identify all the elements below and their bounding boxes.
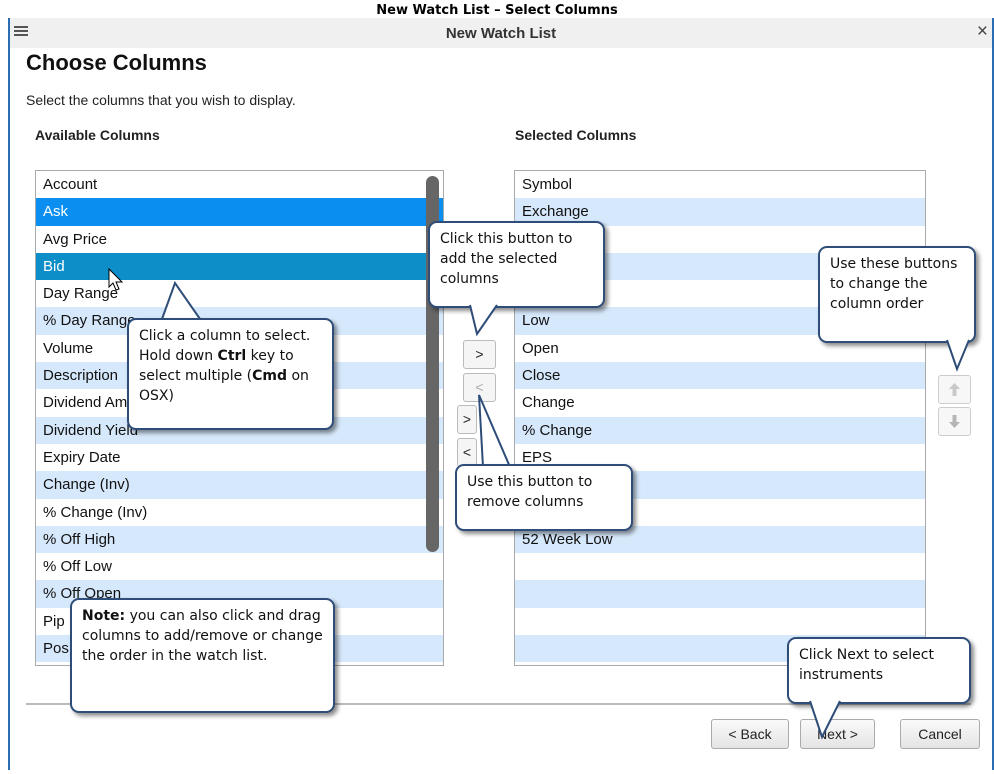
available-column-row[interactable]: Avg Price	[36, 226, 443, 253]
callout-add-button: Click this button to add the selected co…	[428, 221, 605, 308]
selected-column-row[interactable]	[515, 608, 925, 635]
available-column-row[interactable]: Expiry Date	[36, 444, 443, 471]
instruction-text: Select the columns that you wish to disp…	[26, 92, 296, 108]
callout-select-columns: Click a column to select. Hold down Ctrl…	[127, 318, 334, 430]
available-column-row[interactable]: Change (Inv)	[36, 471, 443, 499]
move-down-button[interactable]	[938, 407, 971, 436]
available-column-row[interactable]: % Off High	[36, 525, 443, 554]
document-title: New Watch List – Select Columns	[376, 3, 618, 18]
mouse-cursor-icon	[108, 267, 124, 291]
callout-pointer	[946, 339, 970, 372]
back-button[interactable]: < Back	[711, 719, 789, 749]
selected-column-row[interactable]: Symbol	[515, 171, 925, 198]
callout-pointer	[478, 394, 511, 468]
selected-column-row[interactable]: Change	[515, 389, 925, 416]
cmd-key-label: Cmd	[252, 368, 288, 384]
page-title: Choose Columns	[26, 50, 207, 75]
selected-column-row[interactable]	[515, 580, 925, 608]
available-column-row[interactable]: % Off Low	[36, 553, 443, 580]
callout-pointer	[469, 304, 498, 337]
add-all-button[interactable]: >	[457, 405, 477, 434]
remove-all-button[interactable]: <	[457, 438, 477, 467]
move-up-button[interactable]	[938, 375, 971, 404]
close-icon[interactable]: ×	[977, 21, 988, 43]
callout-note: Note: you can also click and drag column…	[70, 598, 335, 713]
ctrl-key-label: Ctrl	[217, 348, 247, 364]
add-column-button[interactable]: >	[463, 340, 496, 369]
callout-order-buttons: Use these buttons to change the column o…	[818, 246, 976, 343]
selected-columns-header: Selected Columns	[515, 127, 637, 143]
up-arrow-icon	[949, 383, 960, 396]
callout-pointer	[161, 280, 201, 320]
selected-column-row[interactable]: Close	[515, 362, 925, 390]
callout-remove-button: Use this button to remove columns	[455, 464, 633, 531]
window-title: New Watch List	[445, 25, 557, 42]
available-column-row[interactable]: Account	[36, 171, 443, 198]
selected-column-row[interactable]: % Change	[515, 416, 925, 444]
available-columns-header: Available Columns	[35, 127, 160, 143]
available-column-row[interactable]: % Change (Inv)	[36, 499, 443, 526]
down-arrow-icon	[949, 415, 960, 428]
note-label: Note:	[82, 608, 126, 624]
callout-next-button: Click Next to select instruments	[787, 637, 971, 704]
selected-column-row[interactable]	[515, 553, 925, 580]
cancel-button[interactable]: Cancel	[900, 719, 980, 749]
available-column-row[interactable]: Bid	[36, 252, 443, 281]
callout-pointer	[809, 700, 841, 740]
title-bar: New Watch List ×	[10, 18, 992, 48]
available-column-row[interactable]: Ask	[36, 198, 443, 226]
available-column-row[interactable]: Day Range	[36, 280, 443, 307]
